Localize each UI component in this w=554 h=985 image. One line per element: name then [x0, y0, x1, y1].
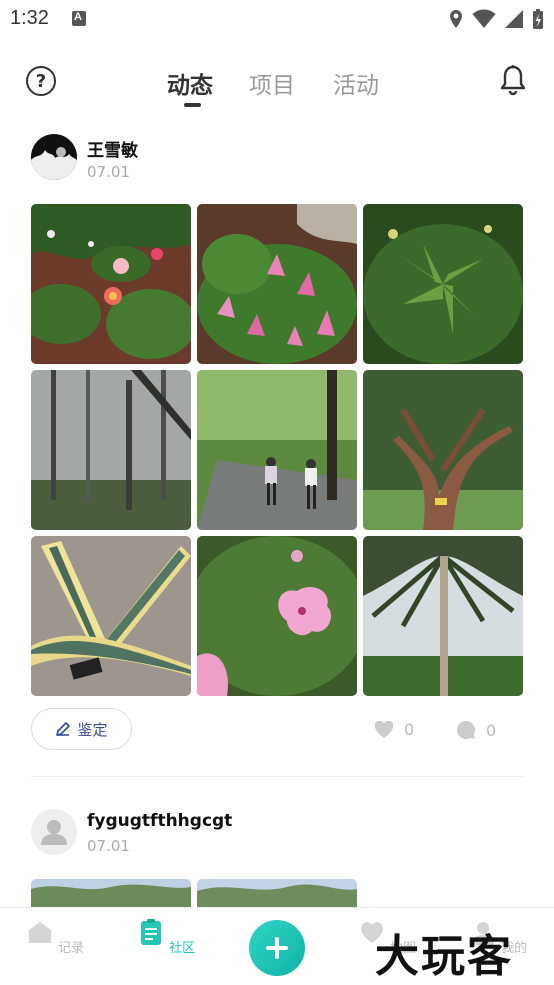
- photo-pink-spirea[interactable]: [197, 204, 357, 364]
- edit-icon: [56, 722, 71, 736]
- nav-record-label: 记录: [58, 941, 85, 956]
- notification-button[interactable]: [498, 64, 528, 96]
- clipboard-icon: [140, 919, 161, 945]
- like-button[interactable]: 0: [374, 720, 414, 739]
- comment-button[interactable]: 0: [456, 720, 496, 740]
- like-count: 0: [404, 720, 415, 739]
- photo-pink-flowers[interactable]: [31, 204, 191, 364]
- tab-events[interactable]: 活动: [333, 66, 379, 100]
- top-header: ? 动态 项目 活动: [0, 55, 554, 115]
- photo-partial[interactable]: [31, 879, 191, 909]
- tab-projects[interactable]: 项目: [249, 66, 295, 100]
- tab-feed[interactable]: 动态: [167, 66, 213, 100]
- nav-record[interactable]: 记录: [25, 918, 85, 956]
- author-name[interactable]: fygugtfthhgcgt: [87, 811, 232, 831]
- photo-green-shrub[interactable]: [363, 204, 523, 364]
- photo-pink-hibiscus[interactable]: [197, 536, 357, 696]
- watermark-text: 大玩客: [375, 931, 513, 982]
- status-bar: 1:32: [0, 0, 554, 40]
- heart-icon: [374, 720, 394, 738]
- tab-indicator: [184, 103, 201, 107]
- photo-grid: [31, 204, 523, 696]
- status-time: 1:32: [10, 7, 49, 29]
- photo-partial[interactable]: [197, 879, 357, 909]
- wifi-icon: [472, 9, 496, 28]
- photo-hikers-on-road[interactable]: [197, 370, 357, 530]
- photo-tall-pine-tree[interactable]: [363, 536, 523, 696]
- signal-icon: [505, 10, 523, 28]
- avatar[interactable]: [31, 809, 77, 855]
- post-date: 07.01: [87, 163, 130, 181]
- add-post-button[interactable]: [249, 920, 305, 976]
- post-date: 07.01: [87, 837, 130, 855]
- comment-count: 0: [486, 720, 497, 740]
- default-avatar-icon: [41, 820, 67, 845]
- photo-twisted-tree-trunk[interactable]: [363, 370, 523, 530]
- plus-icon: [266, 937, 288, 959]
- notification-a-icon: [72, 11, 86, 26]
- tab-bar: 动态 项目 活动: [0, 55, 554, 115]
- status-icons: [448, 8, 544, 30]
- identify-button[interactable]: 鉴定: [31, 708, 132, 750]
- nav-community[interactable]: 社区: [136, 918, 196, 956]
- author-name[interactable]: 王雪敏: [87, 136, 138, 161]
- photo-agave-plant[interactable]: [31, 536, 191, 696]
- home-icon: [28, 922, 51, 943]
- nav-community-label: 社区: [169, 941, 196, 956]
- identify-label: 鉴定: [77, 720, 108, 739]
- location-icon: [450, 10, 462, 28]
- battery-icon: [533, 9, 543, 29]
- bell-icon: [500, 65, 526, 96]
- photo-misty-forest[interactable]: [31, 370, 191, 530]
- comment-icon: [457, 720, 476, 739]
- avatar[interactable]: [31, 134, 77, 180]
- post-divider: [31, 776, 523, 777]
